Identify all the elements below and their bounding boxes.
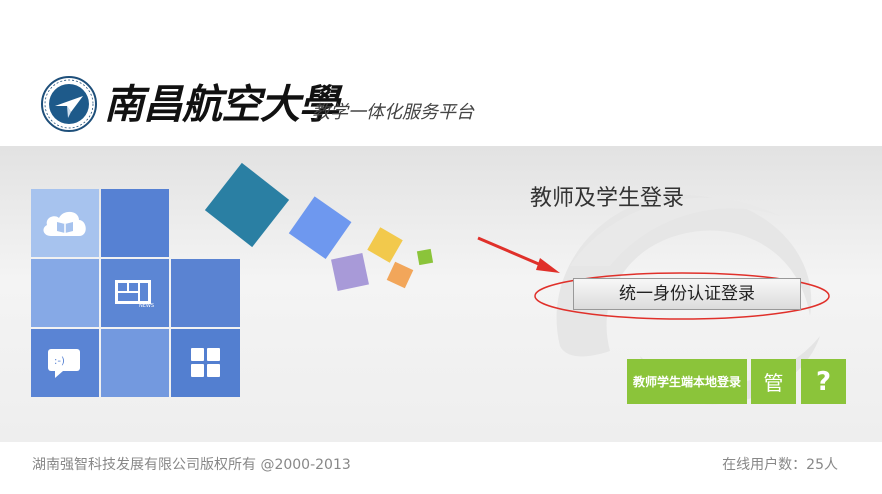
online-users-count: 在线用户数：25人 [722,457,838,473]
platform-subtitle: 教学一体化服务平台 [312,102,474,123]
admin-button[interactable]: 管 [751,359,796,404]
tile-blank-4[interactable] [101,329,169,397]
news-icon: NEWS [115,280,154,308]
tile-cloud-book[interactable] [31,189,99,257]
unified-login-button[interactable]: 统一身份认证登录 [573,278,801,310]
tile-chat[interactable]: :-) [31,329,99,397]
local-login-button[interactable]: 教师学生端本地登录 [627,359,747,404]
tile-blank-1[interactable] [101,189,169,257]
copyright-text: 湖南强智科技发展有限公司版权所有 @2000-2013 [32,457,351,473]
header: 南昌航空大學 教学一体化服务平台 [0,0,882,146]
svg-text::-): :-) [54,356,65,367]
svg-text:NEWS: NEWS [139,303,154,308]
decorative-squares [204,162,434,291]
university-name: 南昌航空大學 [104,81,339,128]
cloud-book-icon [43,211,86,236]
help-button[interactable]: ? [801,359,846,404]
university-seal-logo [41,76,97,132]
tile-grid[interactable] [171,329,240,397]
chat-icon: :-) [48,349,80,378]
login-title: 教师及学生登录 [530,186,685,211]
grid-icon [190,348,220,377]
tile-news[interactable]: NEWS [101,259,169,327]
tile-blank-2[interactable] [31,259,99,327]
